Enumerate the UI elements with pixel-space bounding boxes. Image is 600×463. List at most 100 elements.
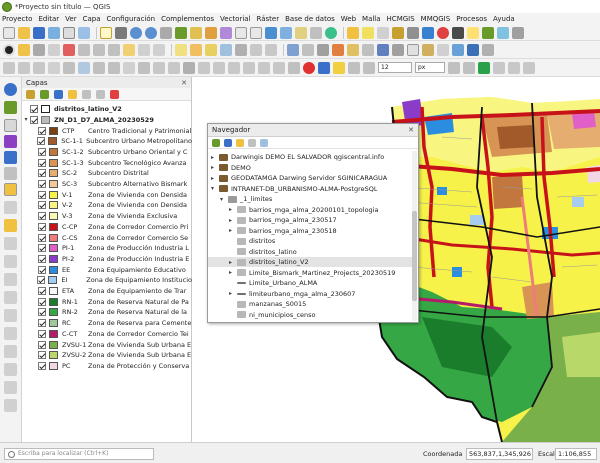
collapse-all-icon[interactable] xyxy=(248,138,256,147)
pan-to-selection-icon[interactable] xyxy=(115,26,127,39)
category-checkbox[interactable] xyxy=(38,147,46,156)
zoom-full-icon[interactable] xyxy=(175,26,187,39)
digitize-d-icon[interactable] xyxy=(332,43,344,56)
digitize-k-icon[interactable] xyxy=(437,43,449,56)
highlight-icon[interactable] xyxy=(4,183,17,196)
navigator-item[interactable]: ▸ GEODATAMGA Darwing Servidor SGINICARAGU… xyxy=(208,173,413,183)
layer-category-row[interactable]: EE Zona Equipamiento Educativo xyxy=(22,264,192,275)
label-icon[interactable] xyxy=(175,43,187,56)
digitize-m-icon[interactable] xyxy=(467,43,479,56)
navigator-item[interactable]: manzanas_S0015 xyxy=(208,299,413,309)
close-icon[interactable]: ✕ xyxy=(181,79,187,87)
digitize-a-icon[interactable] xyxy=(287,43,299,56)
menu-malla[interactable]: Malla xyxy=(362,15,381,23)
close-icon[interactable]: ✕ xyxy=(408,126,414,134)
adv-o-icon[interactable] xyxy=(213,61,225,74)
change-label-icon[interactable] xyxy=(265,43,277,56)
zoom-native-icon[interactable] xyxy=(220,26,232,39)
category-checkbox[interactable] xyxy=(38,180,46,188)
menu-proyecto[interactable]: Proyecto xyxy=(2,15,32,23)
category-checkbox[interactable] xyxy=(38,169,46,178)
navigator-item[interactable]: ▸ Darwingis DEMO EL SALVADOR qgiscentral.… xyxy=(208,152,413,162)
style-blue-icon[interactable] xyxy=(318,61,330,74)
pencil-icon[interactable] xyxy=(4,219,17,232)
reshape-icon[interactable] xyxy=(4,327,17,340)
adv-v-icon[interactable] xyxy=(463,61,475,74)
adv-f-icon[interactable] xyxy=(78,61,90,74)
menu-capa[interactable]: Capa xyxy=(83,15,101,23)
digitize-c-icon[interactable] xyxy=(317,43,329,56)
properties-icon[interactable] xyxy=(260,138,268,147)
adv-n-icon[interactable] xyxy=(198,61,210,74)
navigator-item[interactable]: distritos_latino xyxy=(208,247,413,257)
root-layer-checkbox[interactable] xyxy=(30,104,38,113)
navigator-item[interactable]: ▸ limiteurbano_mga_alma_230607 xyxy=(208,289,413,299)
rotate-label-icon[interactable] xyxy=(250,43,262,56)
adv-d-icon[interactable] xyxy=(48,61,60,74)
group-layer-row[interactable]: ▾ ZN_D1_D7_ALMA_20230529 xyxy=(22,114,192,125)
add-selected-icon[interactable] xyxy=(212,138,220,147)
table-icon[interactable] xyxy=(4,151,17,164)
digitize-h-icon[interactable] xyxy=(392,43,404,56)
new-3d-view-icon[interactable] xyxy=(280,26,292,39)
zoom-layer-icon[interactable] xyxy=(205,26,217,39)
digitize-i-icon[interactable] xyxy=(407,43,419,56)
statistics-icon[interactable] xyxy=(422,26,434,39)
plugin-a-icon[interactable] xyxy=(482,26,494,39)
style-grey-icon[interactable] xyxy=(348,61,360,74)
navigator-scroll-thumb[interactable] xyxy=(412,211,417,301)
layer-category-row[interactable]: ZVSU-2 Zona de Vivienda Sub Urbana E xyxy=(22,350,192,361)
filter-icon[interactable] xyxy=(236,138,244,147)
menu-configuracion[interactable]: Configuración xyxy=(107,15,156,23)
adv-i-icon[interactable] xyxy=(123,61,135,74)
digitize-l-icon[interactable] xyxy=(452,43,464,56)
add-feature-icon[interactable] xyxy=(48,43,60,56)
expand-arrow-icon[interactable]: ▸ xyxy=(211,175,219,182)
layer-category-row[interactable]: RN-2 Zona de Reserva Natural de la xyxy=(22,307,192,318)
layer-category-row[interactable]: ETA Zona de Equipamiento de Trar xyxy=(22,286,192,297)
category-checkbox[interactable] xyxy=(38,308,46,317)
adv-x-icon[interactable] xyxy=(493,61,505,74)
digitize-e-icon[interactable] xyxy=(347,43,359,56)
category-checkbox[interactable] xyxy=(38,233,46,242)
measure-icon[interactable] xyxy=(437,26,449,39)
navigator-item[interactable]: ▸ barrios_mga_alma_230518 xyxy=(208,226,413,236)
navigator-item[interactable]: ▸ DEMO xyxy=(208,163,413,173)
redo-icon[interactable] xyxy=(153,43,165,56)
vertex-tool-icon[interactable] xyxy=(63,43,75,56)
category-checkbox[interactable] xyxy=(38,190,46,199)
adv-y-icon[interactable] xyxy=(508,61,520,74)
layer-category-row[interactable]: C-CT Zona de Corredor Comercio Tei xyxy=(22,328,192,339)
identify-icon[interactable] xyxy=(347,26,359,39)
copy-features-icon[interactable] xyxy=(108,43,120,56)
expand-all-icon[interactable] xyxy=(82,89,91,99)
coordinate-field[interactable]: 563,837,1,345,926 xyxy=(466,448,533,460)
adv-c-icon[interactable] xyxy=(33,61,45,74)
menu-complementos[interactable]: Complementos xyxy=(161,15,214,23)
info-icon[interactable] xyxy=(4,83,17,96)
zoom-in-icon[interactable] xyxy=(130,26,142,39)
adv-j-icon[interactable] xyxy=(138,61,150,74)
open-attribute-table-icon[interactable] xyxy=(407,26,419,39)
add-layer-icon[interactable] xyxy=(4,119,17,132)
map-tips-icon[interactable] xyxy=(467,26,479,39)
label-toolbar-icon[interactable] xyxy=(190,43,202,56)
remove-layer-icon[interactable] xyxy=(110,89,119,99)
delete-selected-icon[interactable] xyxy=(78,43,90,56)
digitize-tool-icon[interactable] xyxy=(4,201,17,214)
category-checkbox[interactable] xyxy=(38,319,46,328)
category-checkbox[interactable] xyxy=(38,340,46,349)
expand-arrow-icon[interactable]: ▸ xyxy=(229,290,237,297)
adv-k-icon[interactable] xyxy=(153,61,165,74)
layer-category-row[interactable]: SC-1-1 Subcentro Urbano Metropolitano xyxy=(22,136,192,147)
delete-ring-icon[interactable] xyxy=(4,399,17,412)
category-checkbox[interactable] xyxy=(38,297,46,306)
adv-g-icon[interactable] xyxy=(93,61,105,74)
navigator-item[interactable]: ▸ distritos_latino_V2 xyxy=(208,257,413,267)
locator-search-input[interactable]: Escriba para localizar (Ctrl+K) xyxy=(4,448,154,460)
adv-w-icon[interactable] xyxy=(478,61,490,74)
adv-r-icon[interactable] xyxy=(258,61,270,74)
layer-category-row[interactable]: EI Zona de Equipamiento Institucio xyxy=(22,275,192,286)
record-icon[interactable] xyxy=(3,43,15,56)
show-hide-label-icon[interactable] xyxy=(220,43,232,56)
